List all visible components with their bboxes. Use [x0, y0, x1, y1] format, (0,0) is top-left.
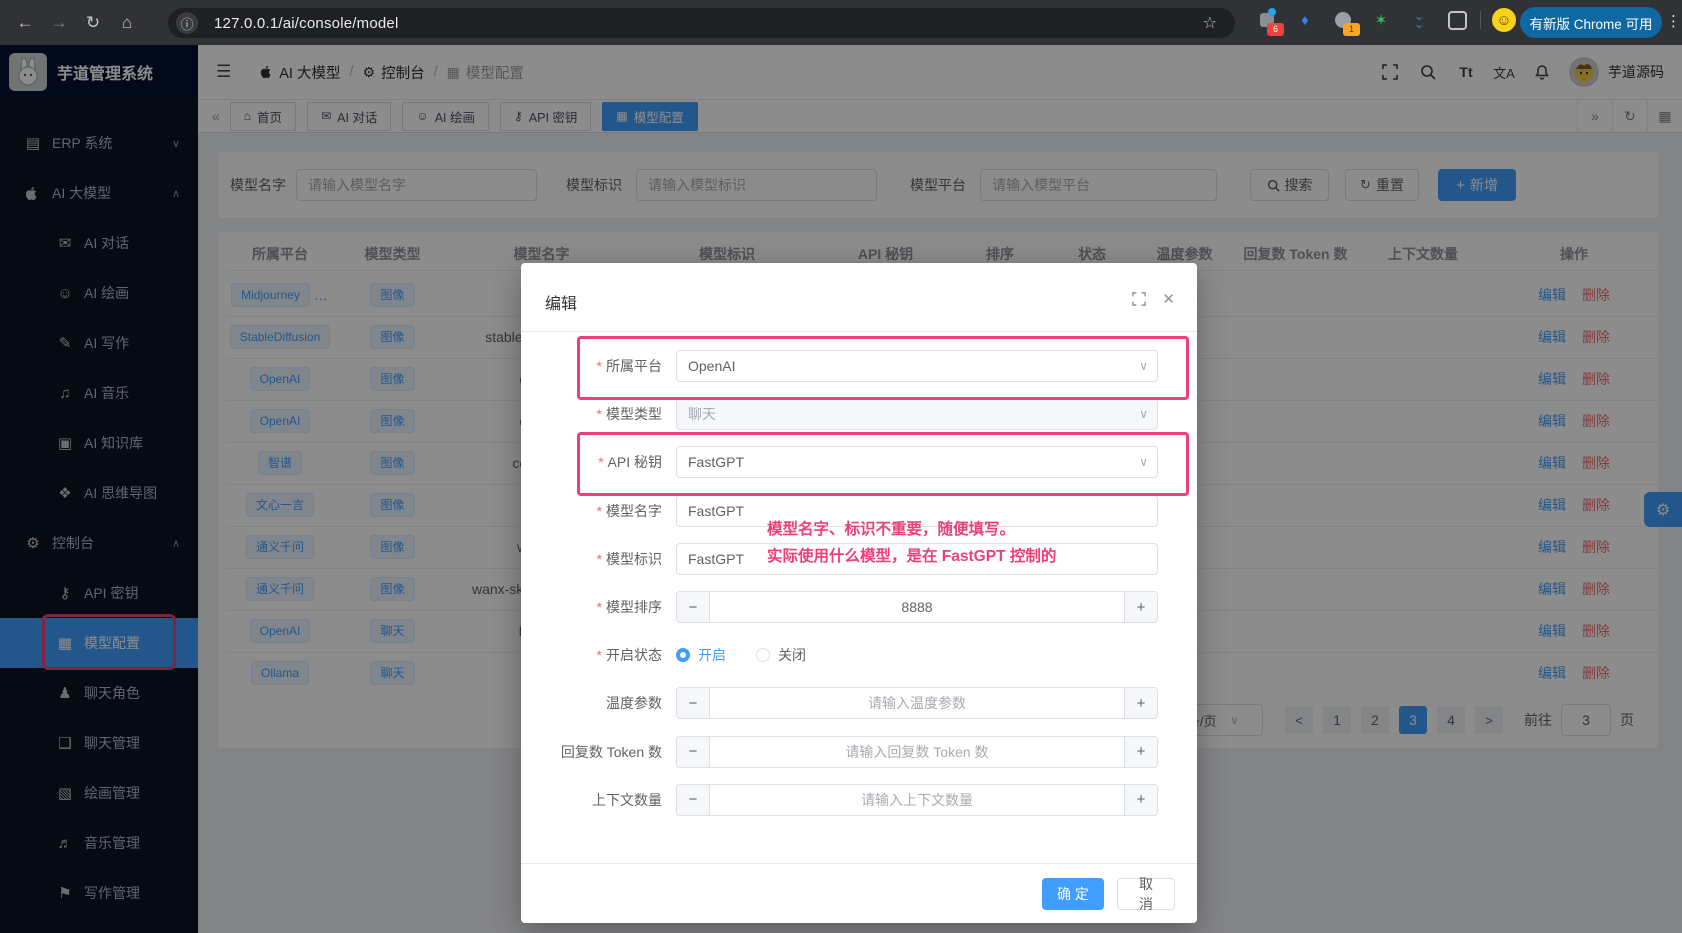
- dialog-title: 编辑: [545, 290, 577, 314]
- bookmark-star-icon[interactable]: ☆: [1203, 13, 1217, 33]
- toolbar-separator: [1480, 11, 1481, 29]
- platform-select[interactable]: OpenAI∨: [676, 350, 1158, 382]
- form-row-status: *开启状态 开启 关闭: [521, 631, 1197, 679]
- decrease-button[interactable]: −: [677, 785, 710, 815]
- apikey-label: API 秘钥: [608, 454, 662, 470]
- increase-button[interactable]: +: [1124, 592, 1157, 622]
- context-stepper: − +: [676, 784, 1158, 816]
- profile-avatar[interactable]: ☺: [1491, 7, 1517, 33]
- temperature-label: 温度参数: [606, 695, 662, 711]
- chevron-down-icon: ∨: [1139, 455, 1148, 469]
- browser-menu-icon[interactable]: ⋮: [1666, 12, 1681, 30]
- context-input[interactable]: [710, 785, 1124, 815]
- chevron-down-icon: ∨: [1139, 407, 1148, 421]
- max-tokens-label: 回复数 Token 数: [561, 744, 662, 760]
- sort-label: 模型排序: [606, 599, 662, 615]
- dialog-close-icon[interactable]: ✕: [1162, 290, 1175, 308]
- max-tokens-input[interactable]: [710, 737, 1124, 767]
- confirm-button[interactable]: 确 定: [1042, 878, 1104, 910]
- extension-icon-chevrons[interactable]: ⌄⌄: [1406, 7, 1432, 33]
- decrease-button[interactable]: −: [677, 688, 710, 718]
- type-label: 模型类型: [606, 406, 662, 422]
- form-row-context: 上下文数量 − +: [521, 776, 1197, 824]
- browser-home-icon[interactable]: ⌂: [110, 6, 144, 40]
- chrome-update-chip[interactable]: 有新版 Chrome 可用: [1520, 7, 1662, 38]
- temperature-input[interactable]: [710, 688, 1124, 718]
- app: 芋道管理系统 ▤ ERP 系统 ∨ AI 大模型 ∧ ✉AI 对话 ☺AI 绘画: [0, 45, 1682, 933]
- radio-dot: [676, 648, 690, 662]
- form-row-key: *模型标识: [521, 535, 1197, 583]
- dialog-footer-divider: [521, 863, 1197, 864]
- edit-model-dialog: 编辑 ✕ *所属平台 OpenAI∨ *模型类型 聊天∨: [521, 263, 1197, 923]
- extensions-puzzle-icon[interactable]: [1444, 7, 1470, 33]
- extension-icon-star[interactable]: ✶: [1368, 7, 1394, 33]
- temperature-stepper: − +: [676, 687, 1158, 719]
- browser-reload-icon[interactable]: ↻: [76, 6, 110, 40]
- increase-button[interactable]: +: [1124, 737, 1157, 767]
- decrease-button[interactable]: −: [677, 592, 710, 622]
- site-info-icon[interactable]: ⓘ: [176, 12, 198, 34]
- extension-icon-circle[interactable]: 1: [1330, 7, 1356, 33]
- form-row-temperature: 温度参数 − +: [521, 679, 1197, 727]
- chevron-down-icon: ∨: [1139, 359, 1148, 373]
- browser-toolbar: ← → ↻ ⌂ ⓘ 127.0.0.1/ai/console/model ☆ 6…: [0, 0, 1682, 45]
- dialog-fullscreen-icon[interactable]: [1132, 290, 1146, 308]
- cancel-button[interactable]: 取 消: [1117, 878, 1175, 910]
- status-label: 开启状态: [606, 647, 662, 663]
- extension-badge: 1: [1343, 23, 1360, 36]
- increase-button[interactable]: +: [1124, 785, 1157, 815]
- form-row-name: *模型名字: [521, 487, 1197, 535]
- screen: ← → ↻ ⌂ ⓘ 127.0.0.1/ai/console/model ☆ 6…: [0, 0, 1682, 933]
- extension-icon-red[interactable]: 6: [1254, 7, 1280, 33]
- sort-stepper: − +: [676, 591, 1158, 623]
- decrease-button[interactable]: −: [677, 737, 710, 767]
- browser-back-icon[interactable]: ←: [8, 6, 42, 40]
- apikey-select[interactable]: FastGPT∨: [676, 446, 1158, 478]
- name-input[interactable]: [676, 495, 1158, 527]
- form-row-platform: *所属平台 OpenAI∨: [521, 342, 1197, 390]
- browser-forward-icon[interactable]: →: [42, 6, 76, 40]
- radio-dot: [756, 648, 770, 662]
- type-select-disabled: 聊天∨: [676, 398, 1158, 430]
- form-row-sort: *模型排序 − +: [521, 583, 1197, 631]
- sort-input[interactable]: [710, 592, 1124, 622]
- increase-button[interactable]: +: [1124, 688, 1157, 718]
- address-bar[interactable]: ⓘ 127.0.0.1/ai/console/model ☆: [168, 8, 1235, 38]
- key-label: 模型标识: [606, 551, 662, 567]
- extensions-area: 6 ♦ 1 ✶ ⌄⌄ ☺: [1248, 7, 1523, 33]
- form-row-max-tokens: 回复数 Token 数 − +: [521, 728, 1197, 776]
- extension-icon-diamond[interactable]: ♦: [1292, 7, 1318, 33]
- radio-status-off[interactable]: 关闭: [756, 645, 806, 665]
- radio-status-on[interactable]: 开启: [676, 645, 726, 665]
- platform-label: 所属平台: [606, 358, 662, 374]
- dialog-divider: [521, 331, 1197, 332]
- name-label: 模型名字: [606, 503, 662, 519]
- extension-badge: 6: [1267, 23, 1284, 36]
- url-text[interactable]: 127.0.0.1/ai/console/model: [214, 15, 399, 32]
- max-tokens-stepper: − +: [676, 736, 1158, 768]
- form-row-apikey: *API 秘钥 FastGPT∨: [521, 438, 1197, 486]
- context-label: 上下文数量: [592, 792, 662, 808]
- key-input[interactable]: [676, 543, 1158, 575]
- form-row-type: *模型类型 聊天∨: [521, 390, 1197, 438]
